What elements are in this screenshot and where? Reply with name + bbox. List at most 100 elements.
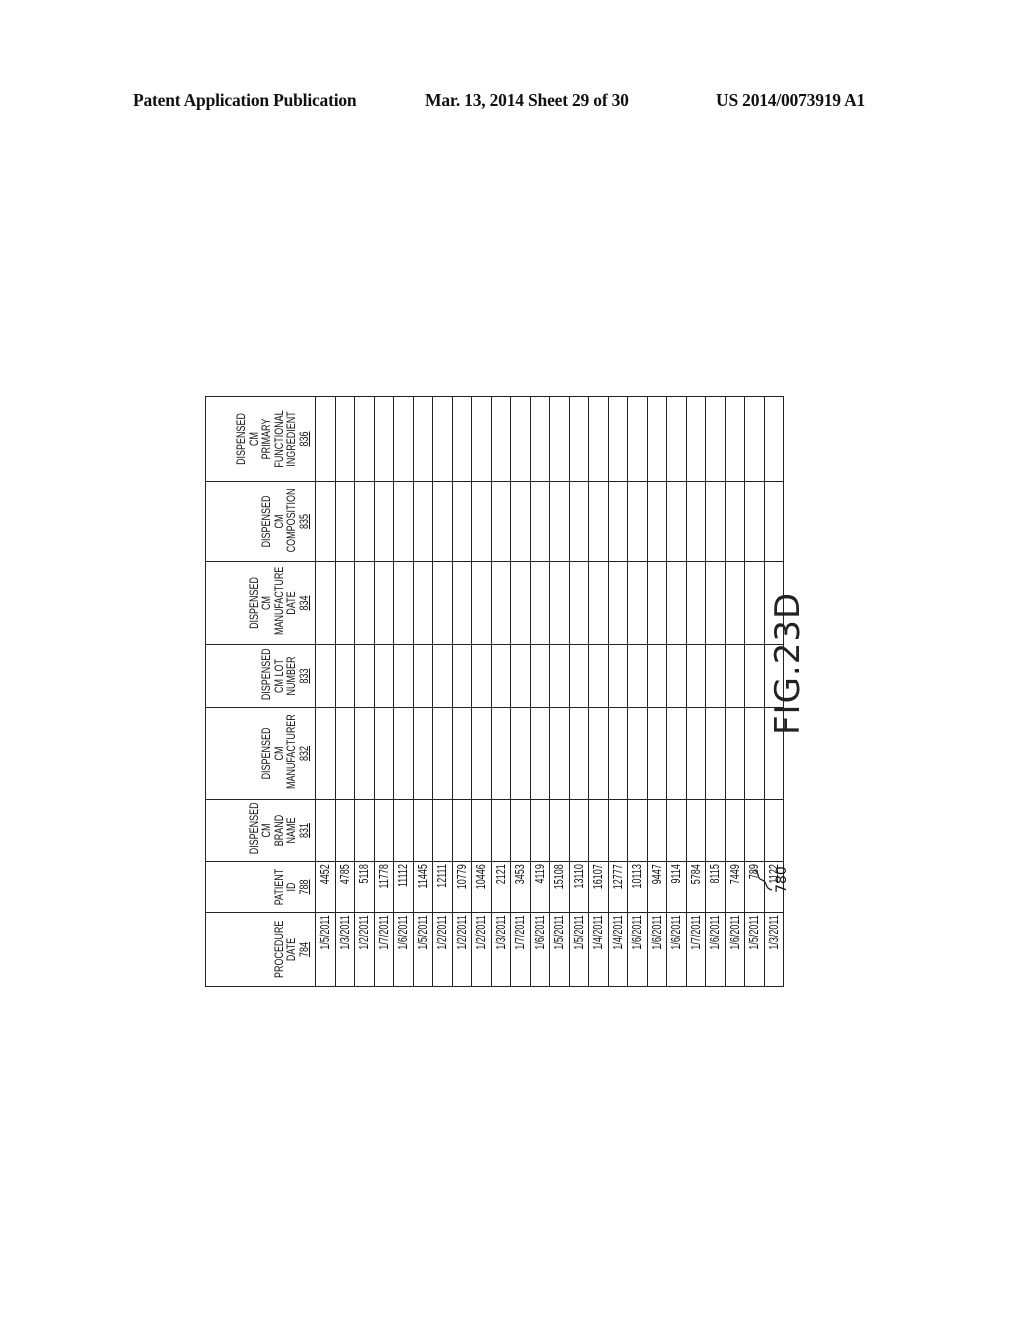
table-cell xyxy=(666,561,686,645)
table-cell xyxy=(413,561,433,645)
table-cell xyxy=(705,481,725,562)
cell-value: 13110 xyxy=(571,864,586,889)
table-cell xyxy=(764,481,784,562)
cell-value: 10779 xyxy=(454,864,469,890)
table-cell: 1/6/2011 xyxy=(705,912,725,987)
table-row: 1/6/2011 11112 xyxy=(393,396,413,987)
table-cell xyxy=(725,396,745,482)
cell-value: 10113 xyxy=(630,864,645,889)
column-header: DISPENSED CM LOT NUMBER 833 xyxy=(205,644,316,708)
table-cell xyxy=(510,396,530,482)
table-cell xyxy=(432,707,452,800)
table-cell: 1/5/2011 xyxy=(413,912,433,987)
table-row: 1/6/2011 7449 xyxy=(725,396,745,987)
table-cell xyxy=(647,396,667,482)
table-cell: 9447 xyxy=(647,861,667,913)
table-cell xyxy=(588,644,608,708)
column-reference-number: 831 xyxy=(298,823,311,838)
table-cell xyxy=(354,644,374,708)
table-cell xyxy=(569,799,589,862)
figure-reference-number: 780 xyxy=(774,866,790,893)
table-cell xyxy=(588,707,608,800)
table-cell xyxy=(627,481,647,562)
table-cell xyxy=(627,396,647,482)
table-row: 1/2/2011 10779 xyxy=(452,396,472,987)
publication-title: Patent Application Publication xyxy=(133,90,357,110)
table-cell xyxy=(315,799,335,862)
cell-value: 1/6/2011 xyxy=(669,915,684,950)
table-cell: 10446 xyxy=(471,861,491,913)
table-cell xyxy=(647,561,667,645)
table-cell xyxy=(725,644,745,708)
table-cell xyxy=(549,396,569,482)
table-row: 1/7/2011 11778 xyxy=(374,396,394,987)
column-header-text: DISPENSED CM BRAND NAME xyxy=(248,802,299,855)
table-cell xyxy=(725,561,745,645)
table-cell xyxy=(432,396,452,482)
table-cell: 1/6/2011 xyxy=(666,912,686,987)
table-cell xyxy=(393,644,413,708)
table-row: 1/2/2011 5118 xyxy=(354,396,374,987)
table-row: 1/6/2011 9114 xyxy=(666,396,686,987)
cell-value: 1/3/2011 xyxy=(766,915,781,950)
table-row: 1/5/2011 11445 xyxy=(413,396,433,987)
table-row: 1/7/2011 3453 xyxy=(510,396,530,987)
table-cell xyxy=(530,644,550,708)
table-header-row: PROCEDURE DATE 784 PATIENT ID 788 DISPENSED … xyxy=(205,396,316,987)
table-cell xyxy=(549,481,569,562)
table-cell: 1/5/2011 xyxy=(744,912,764,987)
table-cell xyxy=(608,561,628,645)
table-cell xyxy=(452,481,472,562)
cell-value: 1/6/2011 xyxy=(532,915,547,950)
table-cell xyxy=(686,561,706,645)
table-row: 1/4/2011 12777 xyxy=(608,396,628,987)
table-cell xyxy=(471,561,491,645)
table-cell xyxy=(510,799,530,862)
table-cell xyxy=(491,644,511,708)
table-row: 1/6/2011 8115 xyxy=(705,396,725,987)
table-cell: 8115 xyxy=(705,861,725,913)
table-cell xyxy=(647,707,667,800)
table-cell: 1/5/2011 xyxy=(549,912,569,987)
column-reference-number: 835 xyxy=(298,514,311,529)
column-reference-number: 834 xyxy=(298,595,311,611)
table-cell xyxy=(315,396,335,482)
column-header: DISPENSED CM COMPOSITION 835 xyxy=(205,481,316,562)
column-header-text: DISPENSED CM LOT NUMBER xyxy=(261,648,298,701)
table-cell: 1/7/2011 xyxy=(374,912,394,987)
table-cell xyxy=(627,561,647,645)
figure-label: FIG.23D xyxy=(768,591,808,735)
column-header-label: DISPENSED CM BRAND NAME 831 xyxy=(249,802,312,854)
column-header-text: DISPENSED CM MANUFACTURE DATE xyxy=(248,566,299,635)
table-cell xyxy=(705,644,725,708)
table-cell xyxy=(686,799,706,862)
table-cell xyxy=(725,481,745,562)
column-reference-number: 832 xyxy=(298,746,311,761)
table-cell xyxy=(549,561,569,645)
table-cell: 10779 xyxy=(452,861,472,913)
table-cell xyxy=(510,707,530,800)
table-row: 1/7/2011 5784 xyxy=(686,396,706,987)
cell-value: 15108 xyxy=(552,864,567,890)
table-cell: 1/3/2011 xyxy=(491,912,511,987)
table-cell xyxy=(491,561,511,645)
table-cell xyxy=(744,396,764,482)
table-cell xyxy=(393,799,413,862)
table-cell xyxy=(588,481,608,562)
table-cell xyxy=(374,481,394,562)
column-header-label: DISPENSED CM MANUFACTURE DATE 834 xyxy=(249,567,312,635)
table-cell xyxy=(627,707,647,800)
column-reference-number: 784 xyxy=(298,942,311,957)
table-cell xyxy=(666,396,686,482)
table-cell: 1/2/2011 xyxy=(432,912,452,987)
table-cell: 1/6/2011 xyxy=(627,912,647,987)
table-cell: 1/7/2011 xyxy=(686,912,706,987)
table-cell xyxy=(354,561,374,645)
table-cell: 5118 xyxy=(354,861,374,913)
cell-value: 9114 xyxy=(669,864,684,884)
cell-value: 2121 xyxy=(493,864,508,885)
table-cell xyxy=(491,481,511,562)
cell-value: 5784 xyxy=(688,864,703,885)
table-cell: 2121 xyxy=(491,861,511,913)
cell-value: 1/5/2011 xyxy=(747,915,762,950)
